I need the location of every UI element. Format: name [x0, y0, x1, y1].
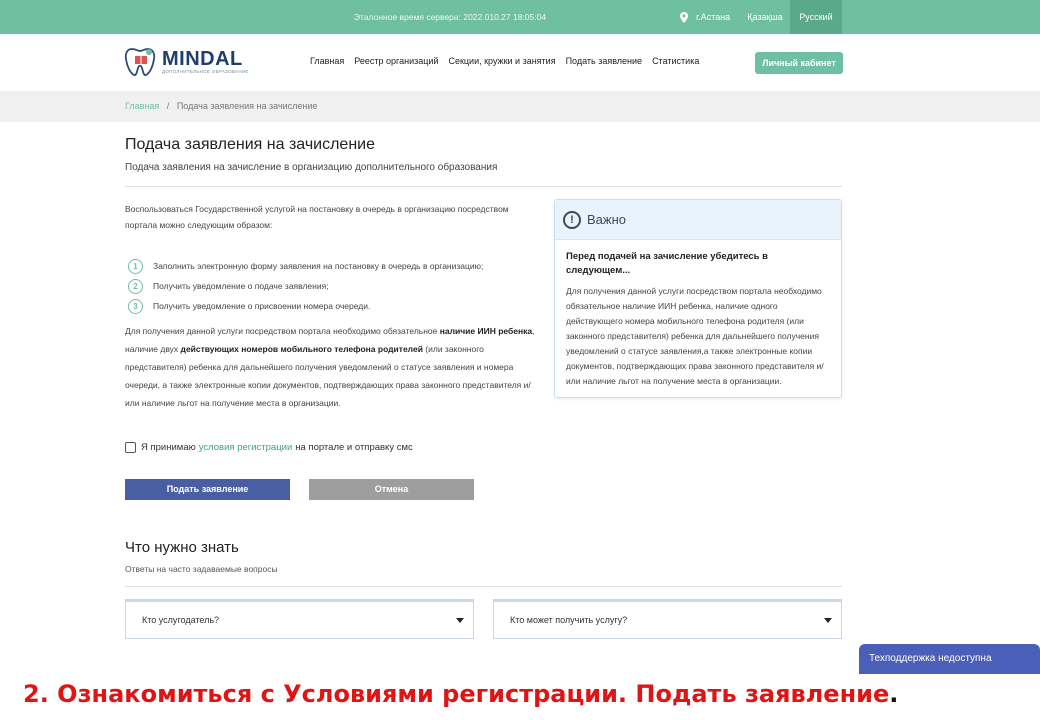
- steps-list: 1 Заполнить электронную форму заявления …: [128, 256, 528, 316]
- step-number: 2: [128, 278, 143, 294]
- location-pin-icon: [680, 11, 688, 23]
- agreement-checkbox[interactable]: [125, 442, 136, 453]
- nav-home[interactable]: Главная: [310, 56, 344, 66]
- logo-tagline: ДОПОЛНИТЕЛЬНОЕ ОБРАЗОВАНИЕ: [162, 68, 249, 74]
- nav-apply[interactable]: Подать заявление: [566, 56, 643, 66]
- step-number: 3: [128, 298, 143, 314]
- agreement-text-after: на портале и отправку смс: [295, 442, 413, 453]
- nav-statistics[interactable]: Статистика: [652, 56, 699, 66]
- divider: [125, 586, 842, 587]
- agreement-text-before: Я принимаю: [141, 442, 196, 453]
- step-text: Заполнить электронную форму заявления на…: [153, 261, 484, 271]
- step-item: 3 Получить уведомление о присвоении номе…: [128, 296, 528, 316]
- faq-subtitle: Ответы на часто задаваемые вопросы: [125, 564, 278, 574]
- faq-item-eligibility[interactable]: Кто может получить услугу?: [493, 599, 842, 639]
- faq-item-provider[interactable]: Кто услугодатель?: [125, 599, 474, 639]
- req-bold-phones: действующих номеров мобильного телефона …: [180, 344, 423, 354]
- caption-dot: .: [889, 680, 899, 708]
- exclamation-circle-icon: !: [563, 210, 581, 229]
- req-bold-iin: наличие ИИН ребенка: [439, 326, 533, 336]
- faq-question: Кто услугодатель?: [142, 615, 220, 625]
- step-item: 1 Заполнить электронную форму заявления …: [128, 256, 528, 276]
- breadcrumb-home[interactable]: Главная: [125, 101, 159, 111]
- lang-russian[interactable]: Русский: [790, 0, 842, 34]
- faq-title: Что нужно знать: [125, 539, 239, 556]
- city-selector[interactable]: г.Астана: [680, 0, 730, 34]
- step-text: Получить уведомление о подаче заявления;: [153, 281, 329, 291]
- notice-heading: Важно: [587, 212, 627, 227]
- caption-text: 2. Ознакомиться с Условиями регистрации.…: [23, 680, 890, 708]
- agreement-row: Я принимаю условия регистрации на портал…: [125, 442, 413, 453]
- notice-body-text: Для получения данной услуги посредством …: [566, 286, 824, 386]
- submit-application-button[interactable]: Подать заявление: [125, 479, 290, 500]
- step-number: 1: [128, 258, 143, 274]
- intro-text: Воспользоваться Государственной услугой …: [125, 204, 509, 230]
- breadcrumb-separator: /: [166, 101, 170, 111]
- top-bar: Эталонное время сервера: 2022.010.27 18:…: [0, 0, 1040, 34]
- faq-question: Кто может получить услугу?: [510, 615, 628, 625]
- registration-terms-link[interactable]: условия регистрации: [199, 442, 293, 453]
- notice-header: ! Важно: [555, 200, 841, 240]
- cancel-button[interactable]: Отмена: [309, 479, 474, 500]
- personal-cabinet-button[interactable]: Личный кабинет: [755, 52, 843, 74]
- instruction-caption: 2. Ознакомиться с Условиями регистрации.…: [23, 680, 898, 708]
- lang-kazakh[interactable]: Қазақша: [740, 0, 790, 34]
- page-title: Подача заявления на зачисление: [125, 136, 375, 153]
- caret-down-icon: [456, 617, 464, 623]
- main-nav: Главная Реестр организаций Секции, кружк…: [310, 56, 699, 66]
- divider: [125, 186, 842, 187]
- site-header: MINDAL ДОПОЛНИТЕЛЬНОЕ ОБРАЗОВАНИЕ Главна…: [0, 34, 1040, 91]
- notice-bold-text: Перед подачей на зачисление убедитесь в …: [566, 251, 768, 276]
- important-notice: ! Важно Перед подачей на зачисление убед…: [554, 199, 842, 398]
- logo-wordmark: MINDAL: [162, 47, 243, 70]
- support-chat-tab[interactable]: Техподдержка недоступна: [859, 644, 1040, 674]
- city-label: г.Астана: [696, 12, 731, 22]
- req-part-1: Для получения данной услуги посредством …: [125, 326, 440, 336]
- nav-sections[interactable]: Секции, кружки и занятия: [448, 56, 555, 66]
- step-text: Получить уведомление о присвоении номера…: [153, 301, 371, 311]
- page-subtitle: Подача заявления на зачисление в организ…: [125, 162, 498, 173]
- breadcrumb: Главная / Подача заявления на зачисление: [125, 91, 317, 122]
- breadcrumb-bar: Главная / Подача заявления на зачисление: [0, 91, 1040, 122]
- caret-down-icon: [824, 617, 832, 623]
- nav-registry[interactable]: Реестр организаций: [354, 56, 438, 66]
- site-logo[interactable]: MINDAL ДОПОЛНИТЕЛЬНОЕ ОБРАЗОВАНИЕ: [124, 45, 249, 77]
- step-item: 2 Получить уведомление о подаче заявлени…: [128, 276, 528, 296]
- requirements-text: Для получения данной услуги посредством …: [125, 322, 540, 412]
- breadcrumb-current: Подача заявления на зачисление: [176, 101, 318, 111]
- logo-emblem-icon: [124, 48, 156, 77]
